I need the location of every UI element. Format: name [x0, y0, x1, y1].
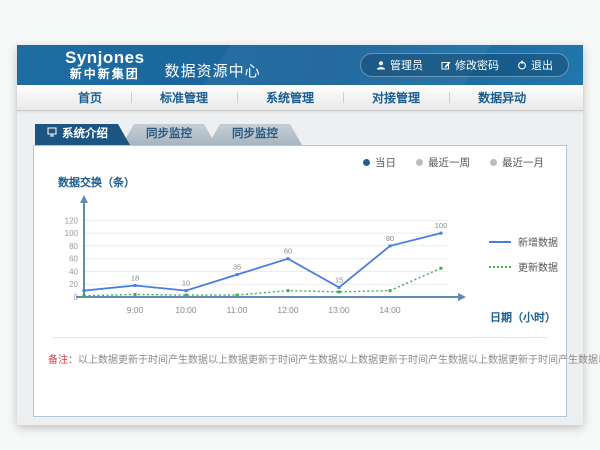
svg-text:15: 15 — [335, 275, 343, 284]
date-range-filter: 当日 最近一周 最近一月 — [363, 155, 544, 170]
user-menu-admin-label: 管理员 — [390, 57, 423, 73]
svg-text:120: 120 — [65, 216, 79, 225]
svg-text:10: 10 — [182, 279, 190, 288]
user-menu-change-password-label: 修改密码 — [455, 57, 499, 73]
svg-text:11:00: 11:00 — [227, 305, 248, 315]
nav-item-system[interactable]: 系统管理 — [237, 89, 343, 106]
svg-text:14:00: 14:00 — [379, 305, 401, 315]
svg-text:60: 60 — [284, 247, 292, 256]
radio-last-week-label: 最近一周 — [428, 155, 470, 170]
nav-item-standard[interactable]: 标准管理 — [131, 89, 237, 106]
legend-updated-data-label: 更新数据 — [518, 259, 558, 274]
tab-system-intro[interactable]: 系统介绍 — [35, 124, 130, 145]
user-menu-change-password[interactable]: 修改密码 — [432, 57, 508, 73]
user-icon — [376, 60, 386, 70]
footnote-text: 以上数据更新于时间产生数据以上数据更新于时间产生数据以上数据更新于时间产生数据以… — [78, 355, 600, 366]
tab-bar: 系统介绍 同步监控 同步监控 — [35, 124, 567, 145]
legend-line-dotted-icon — [489, 266, 511, 268]
brand-logo-en: Synjones — [65, 48, 145, 68]
edit-icon — [441, 60, 451, 70]
tab-system-intro-label: 系统介绍 — [62, 124, 108, 145]
svg-text:100: 100 — [65, 229, 79, 238]
tab-sync-monitor-1-label: 同步监控 — [146, 124, 192, 145]
tab-sync-monitor-1[interactable]: 同步监控 — [122, 124, 216, 145]
footnote-prefix: 备注： — [48, 355, 78, 366]
user-menu-logout-label: 退出 — [531, 57, 553, 73]
svg-text:12:00: 12:00 — [277, 305, 299, 315]
radio-today-dot — [363, 159, 370, 166]
card-divider — [52, 337, 548, 338]
tab-sync-monitor-2-label: 同步监控 — [232, 124, 278, 145]
header: Synjones 新中新集团 数据资源中心 管理员 修改密码 退出 — [17, 45, 583, 85]
svg-text:10:00: 10:00 — [175, 305, 197, 315]
svg-text:80: 80 — [386, 234, 394, 243]
user-menu-logout[interactable]: 退出 — [508, 57, 562, 73]
radio-last-week[interactable]: 最近一周 — [416, 155, 470, 170]
power-icon — [517, 60, 527, 70]
x-axis-title: 日期（小时） — [490, 309, 556, 325]
brand-logo-cn: 新中新集团 — [65, 68, 145, 82]
chart-card: 当日 最近一周 最近一月 数据交换（条） 0204060801001209:00… — [33, 145, 567, 417]
document-icon — [47, 124, 57, 145]
svg-text:9:00: 9:00 — [127, 305, 144, 315]
page-title: 数据资源中心 — [165, 60, 261, 81]
main-nav: 首页 标准管理 系统管理 对接管理 数据异动 — [17, 85, 583, 111]
svg-text:60: 60 — [69, 255, 78, 264]
radio-last-month-dot — [490, 159, 497, 166]
nav-item-data-change[interactable]: 数据异动 — [449, 89, 555, 106]
footnote: 备注：以上数据更新于时间产生数据以上数据更新于时间产生数据以上数据更新于时间产生… — [48, 351, 552, 366]
svg-text:20: 20 — [69, 280, 78, 289]
svg-text:35: 35 — [233, 263, 241, 272]
svg-text:18: 18 — [131, 274, 139, 283]
radio-today-label: 当日 — [375, 155, 396, 170]
radio-today[interactable]: 当日 — [363, 155, 396, 170]
line-chart: 0204060801001209:0010:0011:0012:0013:001… — [48, 193, 518, 325]
legend-new-data: 新增数据 — [489, 234, 558, 249]
tab-sync-monitor-2[interactable]: 同步监控 — [208, 124, 302, 145]
nav-item-docking[interactable]: 对接管理 — [343, 89, 449, 106]
radio-last-week-dot — [416, 159, 423, 166]
legend-line-solid-icon — [489, 241, 511, 243]
legend-new-data-label: 新增数据 — [518, 234, 558, 249]
brand-logo: Synjones 新中新集团 — [65, 48, 145, 81]
radio-last-month[interactable]: 最近一月 — [490, 155, 544, 170]
user-menu: 管理员 修改密码 退出 — [360, 53, 569, 77]
svg-text:80: 80 — [69, 242, 78, 251]
svg-text:13:00: 13:00 — [328, 305, 350, 315]
svg-text:40: 40 — [69, 267, 78, 276]
radio-last-month-label: 最近一月 — [502, 155, 544, 170]
user-menu-admin[interactable]: 管理员 — [367, 57, 432, 73]
legend-updated-data: 更新数据 — [489, 259, 558, 274]
nav-item-home[interactable]: 首页 — [49, 89, 131, 106]
svg-text:100: 100 — [435, 221, 448, 230]
app-window: Synjones 新中新集团 数据资源中心 管理员 修改密码 退出 — [17, 45, 583, 425]
content-area: 系统介绍 同步监控 同步监控 当日 最近一周 — [17, 111, 583, 417]
chart-legend: 新增数据 更新数据 — [489, 234, 558, 284]
